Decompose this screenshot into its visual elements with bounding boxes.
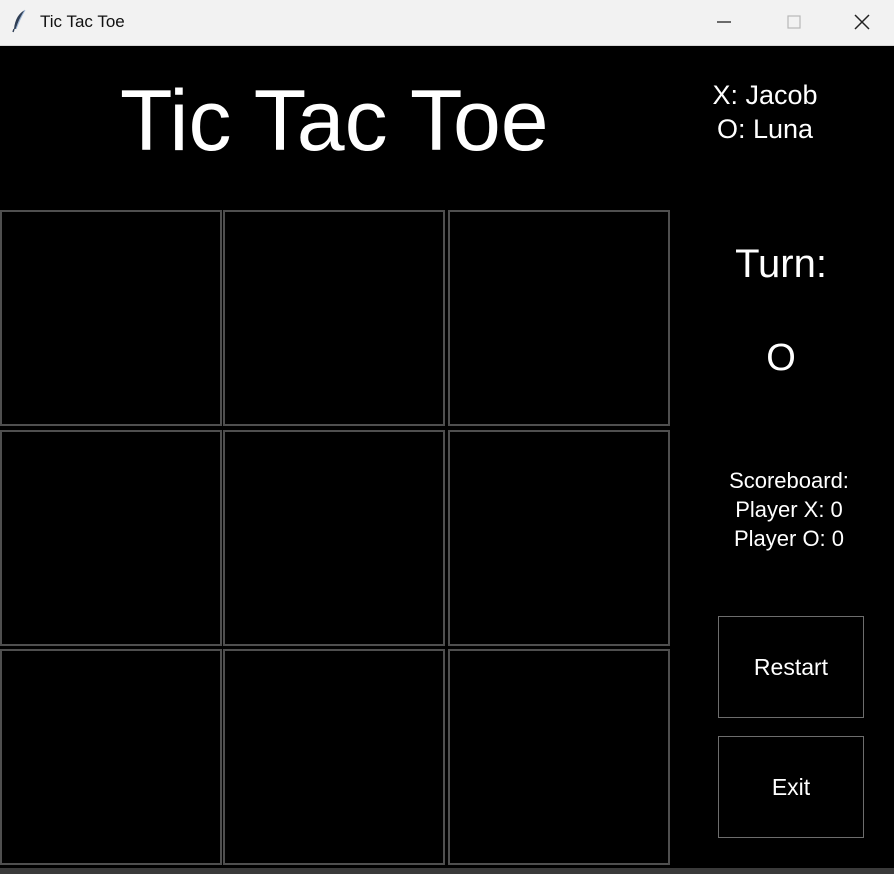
board-cell-3-3[interactable]: [448, 649, 670, 865]
game-title: Tic Tac Toe: [120, 73, 549, 169]
feather-icon: [11, 9, 29, 33]
board-cell-3-2[interactable]: [223, 649, 445, 865]
minimize-icon: [717, 21, 731, 23]
game-window: Tic Tac Toe X: Jacob O: Luna Turn: O Sco…: [0, 46, 894, 874]
maximize-button[interactable]: [762, 0, 826, 45]
window-bottom-border: [0, 868, 894, 874]
board-cell-2-1[interactable]: [0, 430, 222, 646]
player-x-name: X: Jacob: [712, 80, 818, 110]
score-player-o: Player O: 0: [733, 526, 845, 551]
scoreboard: Scoreboard: Player X: 0 Player O: 0: [704, 466, 874, 553]
turn-label: Turn:: [735, 242, 827, 286]
exit-button[interactable]: Exit: [718, 736, 864, 838]
players-info: X: Jacob O: Luna: [690, 78, 840, 146]
player-o-name: O: Luna: [716, 114, 814, 144]
board-cell-2-3[interactable]: [448, 430, 670, 646]
minimize-button[interactable]: [692, 0, 756, 45]
turn-value: O: [766, 337, 796, 379]
restart-button[interactable]: Restart: [718, 616, 864, 718]
window-title: Tic Tac Toe: [40, 12, 125, 31]
board-cell-1-3[interactable]: [448, 210, 670, 426]
board-cell-1-2[interactable]: [223, 210, 445, 426]
scoreboard-title: Scoreboard:: [729, 468, 849, 493]
board-cell-3-1[interactable]: [0, 649, 222, 865]
board-cell-2-2[interactable]: [223, 430, 445, 646]
close-button[interactable]: [830, 0, 894, 45]
board-cell-1-1[interactable]: [0, 210, 222, 426]
close-icon: [854, 14, 870, 30]
score-player-x: Player X: 0: [735, 497, 843, 522]
window-titlebar: Tic Tac Toe: [0, 0, 894, 46]
maximize-icon: [787, 15, 801, 29]
